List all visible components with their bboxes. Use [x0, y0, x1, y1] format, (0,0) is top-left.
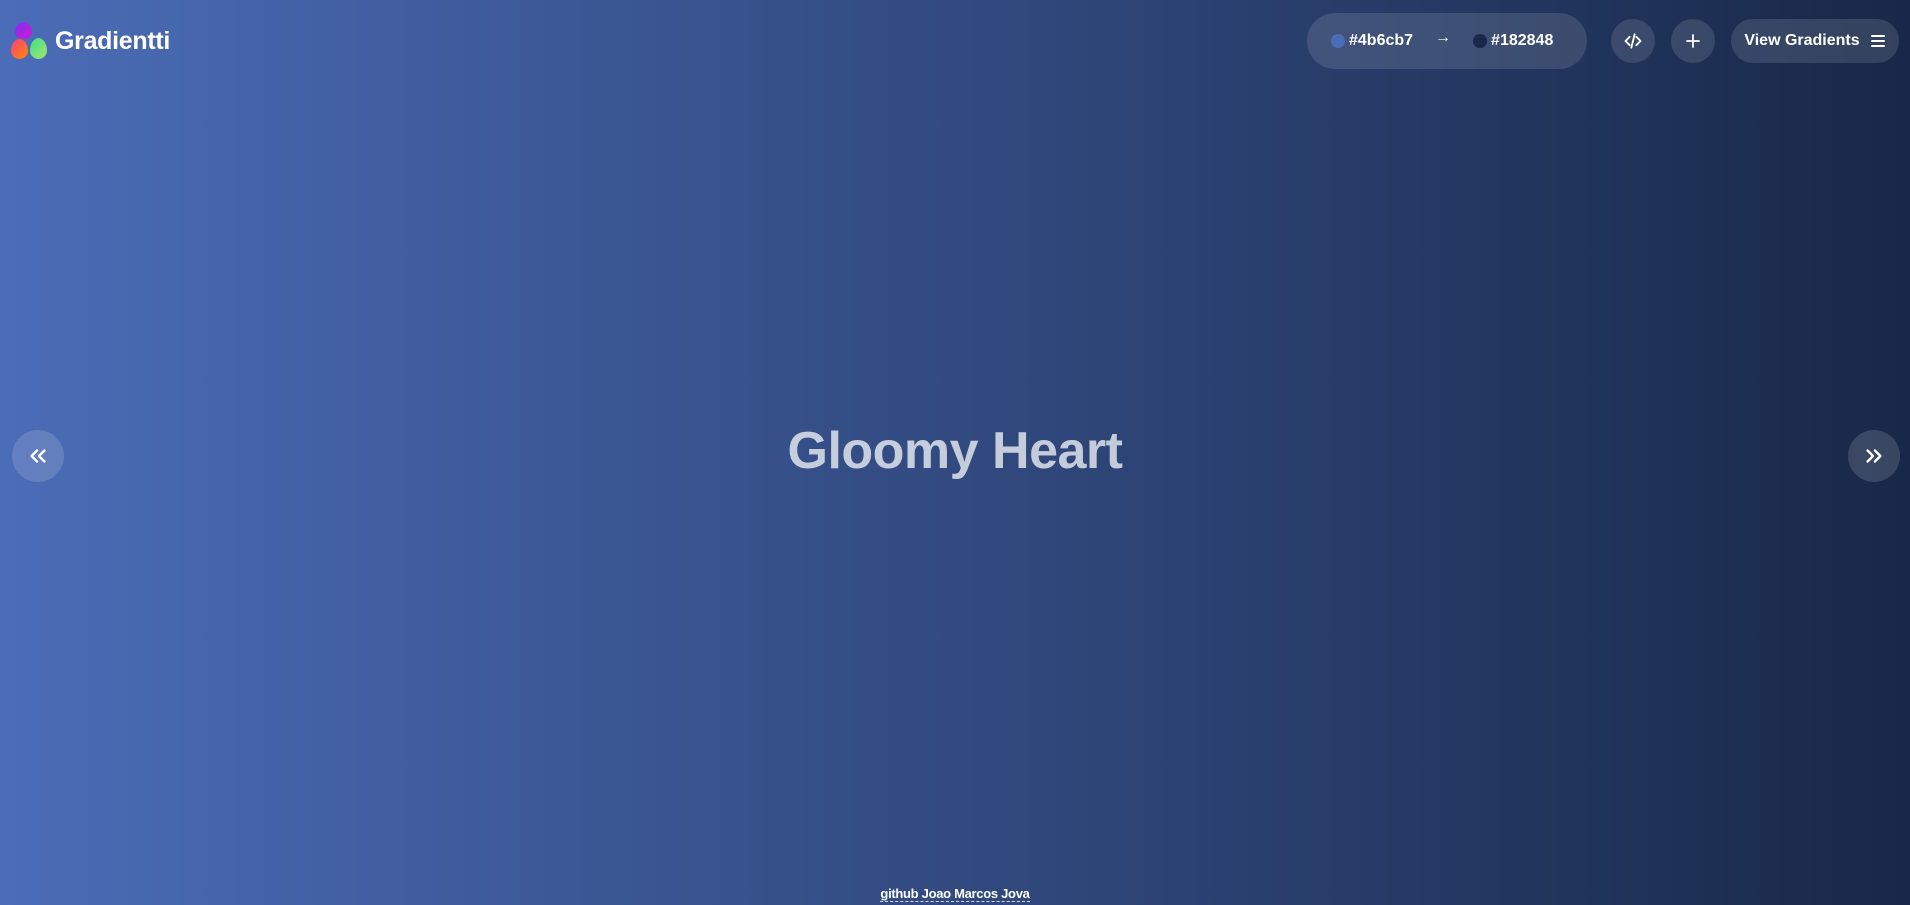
arrow-right-icon: →	[1435, 29, 1452, 46]
end-color-swatch	[1473, 34, 1488, 48]
start-color-item[interactable]: #4b6cb7	[1331, 32, 1413, 50]
github-author-link[interactable]: github Joao Marcos Jova	[880, 886, 1030, 902]
gradient-canvas: Gradientti #4b6cb7 → #182848 View Gradie…	[0, 0, 1910, 905]
code-icon	[1624, 33, 1642, 49]
add-gradient-button[interactable]	[1671, 19, 1715, 63]
view-gradients-label: View Gradients	[1744, 32, 1860, 49]
footer: github Joao Marcos Jova	[0, 886, 1910, 902]
plus-icon	[1686, 34, 1700, 48]
logo-icon	[11, 22, 49, 60]
end-color-item[interactable]: #182848	[1473, 32, 1553, 50]
view-gradients-button[interactable]: View Gradients	[1731, 19, 1899, 63]
menu-icon	[1870, 34, 1886, 48]
start-color-hex: #4b6cb7	[1349, 32, 1414, 49]
gradient-title: Gloomy Heart	[787, 422, 1123, 480]
code-button[interactable]	[1611, 19, 1655, 63]
color-stops-pill: #4b6cb7 → #182848	[1307, 13, 1587, 69]
end-color-hex: #182848	[1491, 32, 1554, 49]
brand[interactable]: Gradientti	[11, 22, 170, 60]
start-color-swatch	[1331, 34, 1345, 48]
app-name: Gradientti	[55, 26, 171, 55]
